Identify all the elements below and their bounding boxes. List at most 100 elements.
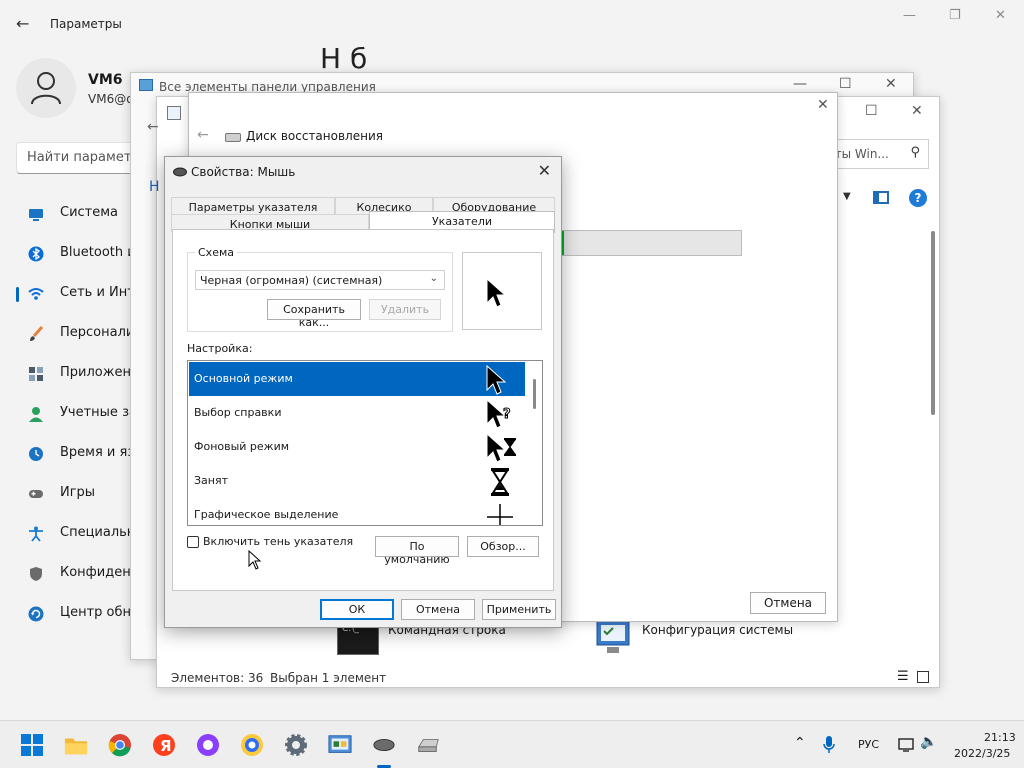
maximize-icon[interactable]: ☐ bbox=[865, 103, 878, 119]
cursor-list-scrollbar[interactable] bbox=[528, 361, 542, 525]
apps-icon bbox=[29, 367, 43, 381]
scrollbar-thumb[interactable] bbox=[931, 231, 935, 415]
sidebar-item-label: Персонали bbox=[60, 325, 135, 340]
chrome-icon[interactable] bbox=[108, 733, 132, 757]
maximize-icon[interactable]: ☐ bbox=[839, 76, 852, 92]
minimize-icon[interactable]: — bbox=[793, 76, 807, 92]
use-default-button[interactable]: По умолчанию bbox=[375, 536, 459, 566]
alice-icon[interactable] bbox=[196, 733, 220, 757]
accessibility-icon bbox=[29, 526, 43, 542]
cursor-row-normal[interactable]: Основной режим bbox=[189, 362, 525, 396]
cursor-list[interactable]: Основной режим Выбор справки ? Фоновый р… bbox=[187, 360, 543, 526]
account-icon bbox=[29, 407, 43, 422]
chevron-up-icon[interactable]: ⌃ bbox=[794, 735, 806, 751]
category-letter: Н bbox=[149, 179, 160, 195]
yandex-browser-icon[interactable] bbox=[240, 733, 264, 757]
cursor-row-label: Основной режим bbox=[194, 372, 293, 385]
ok-button[interactable]: ОК bbox=[320, 599, 394, 620]
taskbar: Я ⌃ РУС 🔈 21:13 2022/3/25 bbox=[0, 720, 1024, 768]
clock-icon bbox=[29, 447, 43, 461]
sidebar-item-label: Bluetooth и bbox=[60, 245, 136, 260]
crosshair-cursor-icon bbox=[487, 504, 513, 525]
help-cursor-icon: ? bbox=[486, 398, 511, 429]
clock-time[interactable]: 21:13 bbox=[984, 731, 1016, 744]
monitor-icon bbox=[29, 209, 43, 221]
avatar[interactable] bbox=[16, 58, 76, 118]
cursor-row-precision[interactable]: Графическое выделение bbox=[189, 498, 525, 525]
sidebar-item-label: Система bbox=[60, 205, 119, 220]
minimize-icon[interactable]: — bbox=[903, 8, 916, 23]
tab-pointer-options[interactable]: Параметры указателя bbox=[171, 197, 335, 215]
bluetooth-icon bbox=[28, 246, 44, 262]
large-icons-view-icon[interactable] bbox=[917, 671, 929, 683]
control-panel-icon[interactable] bbox=[328, 733, 352, 757]
mouse-icon bbox=[173, 167, 187, 177]
sidebar-item-label: Учетные за bbox=[60, 405, 137, 420]
browse-button[interactable]: Обзор... bbox=[467, 536, 539, 557]
sidebar-item-label: Центр обн bbox=[60, 605, 132, 620]
language-indicator[interactable]: РУС bbox=[858, 738, 879, 751]
settings-gear-icon[interactable] bbox=[284, 733, 308, 757]
back-arrow-icon[interactable]: ← bbox=[197, 127, 209, 143]
network-icon[interactable] bbox=[898, 737, 916, 753]
chevron-down-icon: ⌄ bbox=[429, 273, 438, 284]
window-icon bbox=[167, 106, 181, 120]
busy-cursor-icon bbox=[491, 468, 509, 496]
recovery-title: Диск восстановления bbox=[246, 129, 383, 143]
preview-pane-icon[interactable] bbox=[873, 191, 889, 204]
shield-icon bbox=[30, 567, 42, 581]
view-dropdown-icon[interactable]: ▼ bbox=[843, 191, 851, 202]
volume-icon[interactable]: 🔈 bbox=[920, 734, 937, 750]
details-view-icon[interactable]: ☰ bbox=[897, 669, 909, 684]
mouse-icon[interactable] bbox=[372, 733, 396, 757]
sidebar-item-label: Приложен bbox=[60, 365, 131, 380]
save-as-button[interactable]: Сохранить как... bbox=[267, 299, 361, 329]
control-panel-icon bbox=[139, 79, 153, 91]
recovery-cancel-button[interactable]: Отмена bbox=[750, 592, 826, 614]
scrollbar-thumb[interactable] bbox=[533, 379, 536, 409]
mouse-pointer-icon bbox=[248, 550, 262, 570]
search-icon[interactable]: ⚲ bbox=[910, 145, 920, 160]
help-icon[interactable]: ? bbox=[909, 189, 927, 207]
windows-start-icon[interactable] bbox=[20, 733, 44, 757]
system-configuration-icon[interactable] bbox=[593, 619, 633, 655]
cursor-row-label: Занят bbox=[194, 474, 229, 487]
user-icon bbox=[31, 72, 61, 105]
cursor-row-label: Фоновый режим bbox=[194, 440, 290, 453]
cursor-preview bbox=[462, 252, 542, 330]
dialog-close-icon[interactable]: ✕ bbox=[538, 161, 551, 180]
system-configuration-label[interactable]: Конфигурация системы bbox=[642, 623, 793, 637]
cancel-button[interactable]: Отмена bbox=[401, 599, 475, 620]
sidebar-item-label: Специальн bbox=[60, 525, 136, 540]
restore-icon[interactable]: ❐ bbox=[949, 8, 961, 23]
drive-icon[interactable] bbox=[416, 733, 440, 757]
pointer-shadow-checkbox[interactable] bbox=[187, 536, 199, 548]
drive-icon bbox=[225, 133, 241, 142]
delete-button[interactable]: Удалить bbox=[369, 299, 441, 320]
cursor-row-help[interactable]: Выбор справки ? bbox=[189, 396, 525, 430]
update-icon bbox=[28, 606, 44, 622]
file-explorer-icon[interactable] bbox=[64, 733, 88, 757]
microphone-icon[interactable] bbox=[822, 735, 836, 755]
close-icon[interactable]: ✕ bbox=[817, 97, 829, 113]
apply-button[interactable]: Применить bbox=[482, 599, 556, 620]
scheme-select-value: Черная (огромная) (системная) bbox=[200, 274, 383, 287]
yandex-icon[interactable]: Я bbox=[152, 733, 176, 757]
pointer-shadow-label[interactable]: Включить тень указателя bbox=[203, 535, 353, 548]
close-icon[interactable]: ✕ bbox=[885, 76, 897, 92]
sidebar-item-label: Время и яз bbox=[60, 445, 135, 460]
back-arrow-icon[interactable]: ← bbox=[16, 14, 29, 33]
clock-date[interactable]: 2022/3/25 bbox=[954, 747, 1010, 760]
close-icon[interactable]: ✕ bbox=[911, 103, 923, 119]
page-heading: Н б bbox=[320, 42, 368, 75]
scheme-select[interactable]: Черная (огромная) (системная) ⌄ bbox=[195, 270, 445, 290]
cursor-row-busy[interactable]: Занят bbox=[189, 464, 525, 498]
back-arrow-icon[interactable]: ← bbox=[147, 119, 159, 135]
close-icon[interactable]: ✕ bbox=[995, 8, 1006, 23]
status-item-count: Элементов: 36 bbox=[171, 671, 264, 685]
gamepad-icon bbox=[29, 490, 43, 498]
cursor-row-working[interactable]: Фоновый режим bbox=[189, 430, 525, 464]
settings-title: Параметры bbox=[50, 17, 122, 31]
dialog-title: Свойства: Мышь bbox=[191, 165, 296, 179]
sidebar-item-label: Конфиден bbox=[60, 565, 131, 580]
